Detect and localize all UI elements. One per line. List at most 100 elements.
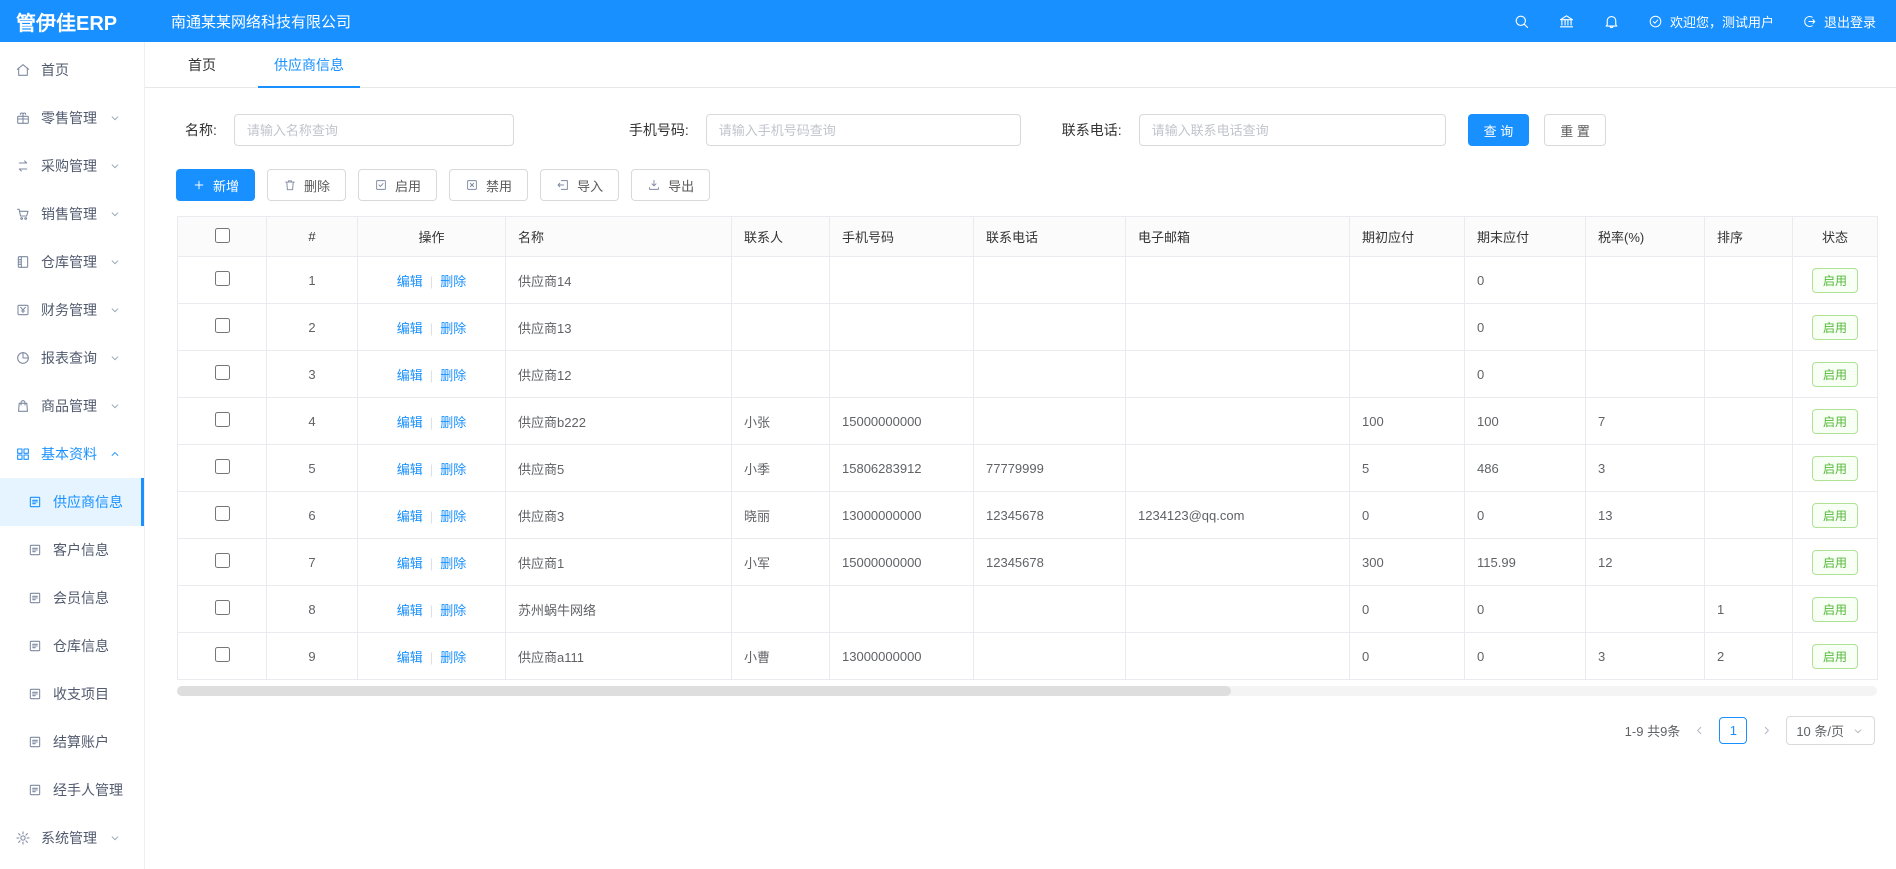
tax-rate-cell (1586, 304, 1705, 351)
supplier-name-cell: 苏州蜗牛网络 (506, 586, 732, 633)
sidebar-item-home[interactable]: 首页 (0, 46, 144, 94)
prev-page-button[interactable] (1692, 723, 1707, 738)
row-checkbox[interactable] (215, 318, 230, 333)
reset-button[interactable]: 重 置 (1544, 114, 1606, 146)
delete-link[interactable]: 删除 (440, 368, 466, 383)
mobile-filter-input[interactable] (706, 114, 1021, 146)
contact-cell: 小曹 (732, 633, 830, 680)
edit-link[interactable]: 编辑 (397, 650, 423, 665)
sidebar-item-report[interactable]: 报表查询 (0, 334, 144, 382)
basic-icon (15, 446, 31, 462)
row-checkbox[interactable] (215, 600, 230, 615)
delete-link[interactable]: 删除 (440, 556, 466, 571)
delete-link[interactable]: 删除 (440, 650, 466, 665)
sidebar-item-income-expense[interactable]: 收支项目 (0, 670, 144, 718)
delete-link[interactable]: 删除 (440, 321, 466, 336)
enable-button-label: 启用 (395, 176, 421, 195)
tab-supplier-info[interactable]: 供应商信息 (274, 42, 344, 87)
name-filter-input[interactable] (234, 114, 514, 146)
row-checkbox[interactable] (215, 412, 230, 427)
row-checkbox[interactable] (215, 459, 230, 474)
bank-icon[interactable] (1558, 13, 1575, 30)
tab-home[interactable]: 首页 (188, 42, 216, 87)
sidebar-item-sales[interactable]: 销售管理 (0, 190, 144, 238)
sidebar-item-retail[interactable]: 零售管理 (0, 94, 144, 142)
edit-link[interactable]: 编辑 (397, 462, 423, 477)
chevron-down-icon (108, 351, 122, 365)
email-cell (1126, 351, 1350, 398)
row-checkbox[interactable] (215, 365, 230, 380)
table-row: 3编辑|删除供应商120启用 (178, 351, 1878, 398)
notification-bell-icon[interactable] (1603, 13, 1620, 30)
enable-button[interactable]: 启用 (358, 169, 437, 201)
page-number-button[interactable]: 1 (1719, 717, 1747, 744)
column-header: 名称 (506, 217, 732, 257)
sidebar-item-warehouse[interactable]: 仓库管理 (0, 238, 144, 286)
row-checkbox[interactable] (215, 553, 230, 568)
tel-cell (974, 398, 1126, 445)
tel-filter-input[interactable] (1139, 114, 1446, 146)
doc-icon (27, 686, 43, 702)
add-button[interactable]: 新增 (176, 169, 255, 201)
column-header: # (267, 217, 358, 257)
search-icon[interactable] (1513, 13, 1530, 30)
name-filter-label: 名称: (185, 120, 217, 140)
scrollbar-thumb[interactable] (177, 686, 1231, 696)
chevron-down-icon (108, 831, 122, 845)
contact-cell (732, 257, 830, 304)
row-select-cell (178, 492, 267, 539)
edit-link[interactable]: 编辑 (397, 321, 423, 336)
delete-button[interactable]: 删除 (267, 169, 346, 201)
edit-link[interactable]: 编辑 (397, 556, 423, 571)
horizontal-scrollbar[interactable] (177, 686, 1877, 696)
edit-link[interactable]: 编辑 (397, 274, 423, 289)
row-checkbox[interactable] (215, 271, 230, 286)
sidebar-item-system[interactable]: 系统管理 (0, 814, 144, 862)
status-cell: 启用 (1793, 445, 1878, 492)
sidebar-item-warehouse-info[interactable]: 仓库信息 (0, 622, 144, 670)
link-separator: | (430, 462, 433, 477)
chevron-down-icon (108, 255, 122, 269)
sidebar-item-finance[interactable]: 财务管理 (0, 286, 144, 334)
sidebar-item-purchase[interactable]: 采购管理 (0, 142, 144, 190)
edit-link[interactable]: 编辑 (397, 509, 423, 524)
row-select-cell (178, 304, 267, 351)
row-actions-cell: 编辑|删除 (358, 257, 506, 304)
sidebar-item-customer-info[interactable]: 客户信息 (0, 526, 144, 574)
sidebar-item-supplier-info[interactable]: 供应商信息 (0, 478, 144, 526)
export-button[interactable]: 导出 (631, 169, 710, 201)
delete-link[interactable]: 删除 (440, 509, 466, 524)
company-name: 南通某某网络科技有限公司 (171, 11, 351, 32)
search-button[interactable]: 查 询 (1468, 114, 1530, 146)
delete-link[interactable]: 删除 (440, 415, 466, 430)
sidebar-item-settlement-account[interactable]: 结算账户 (0, 718, 144, 766)
row-checkbox[interactable] (215, 506, 230, 521)
sidebar-item-handler-mgmt[interactable]: 经手人管理 (0, 766, 144, 814)
edit-link[interactable]: 编辑 (397, 368, 423, 383)
sidebar-item-member-info[interactable]: 会员信息 (0, 574, 144, 622)
sidebar-item-goods[interactable]: 商品管理 (0, 382, 144, 430)
edit-link[interactable]: 编辑 (397, 603, 423, 618)
delete-link[interactable]: 删除 (440, 462, 466, 477)
sidebar-item-label: 基本资料 (41, 444, 97, 464)
page-size-select[interactable]: 10 条/页 (1786, 716, 1875, 745)
status-badge: 启用 (1812, 409, 1858, 434)
select-all-checkbox[interactable] (215, 228, 230, 243)
sidebar-item-basic-data[interactable]: 基本资料 (0, 430, 144, 478)
disable-button[interactable]: 禁用 (449, 169, 528, 201)
row-actions-cell: 编辑|删除 (358, 586, 506, 633)
row-checkbox[interactable] (215, 647, 230, 662)
row-index-cell: 8 (267, 586, 358, 633)
import-button[interactable]: 导入 (540, 169, 619, 201)
delete-link[interactable]: 删除 (440, 274, 466, 289)
welcome-user[interactable]: 欢迎您，测试用户 (1648, 12, 1774, 31)
logout-button[interactable]: 退出登录 (1802, 12, 1876, 31)
email-cell (1126, 398, 1350, 445)
next-page-button[interactable] (1759, 723, 1774, 738)
tel-cell (974, 351, 1126, 398)
edit-link[interactable]: 编辑 (397, 415, 423, 430)
chevron-up-icon (108, 447, 122, 461)
delete-link[interactable]: 删除 (440, 603, 466, 618)
status-badge: 启用 (1812, 268, 1858, 293)
app-logo[interactable]: 管伊佳ERP (0, 7, 145, 36)
